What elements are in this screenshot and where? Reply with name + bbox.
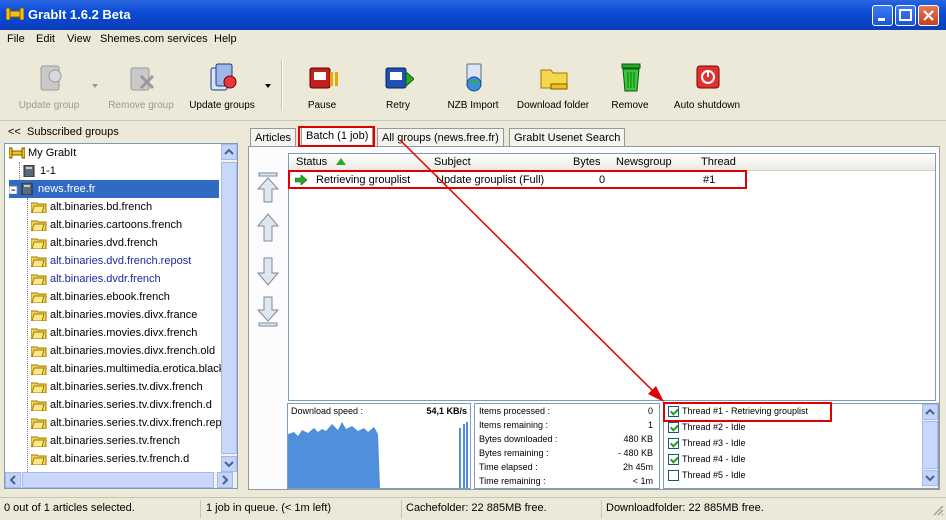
annotation-arrow: [399, 139, 664, 402]
status-cache-folder: Cachefolder: 22 885MB free.: [406, 502, 547, 514]
status-separator: [601, 500, 602, 518]
status-queue: 1 job in queue. (< 1m left): [206, 502, 332, 514]
status-separator: [200, 500, 201, 518]
status-bar: 0 out of 1 articles selected. 1 job in q…: [0, 497, 946, 520]
status-download-folder: Downloadfolder: 22 885MB free.: [606, 502, 764, 514]
status-selection: 0 out of 1 articles selected.: [4, 502, 135, 514]
status-separator: [401, 500, 402, 518]
resize-grip-icon[interactable]: [932, 504, 944, 516]
app-window: GrabIt 1.6.2 Beta File Edit View Shemes.…: [0, 0, 946, 520]
